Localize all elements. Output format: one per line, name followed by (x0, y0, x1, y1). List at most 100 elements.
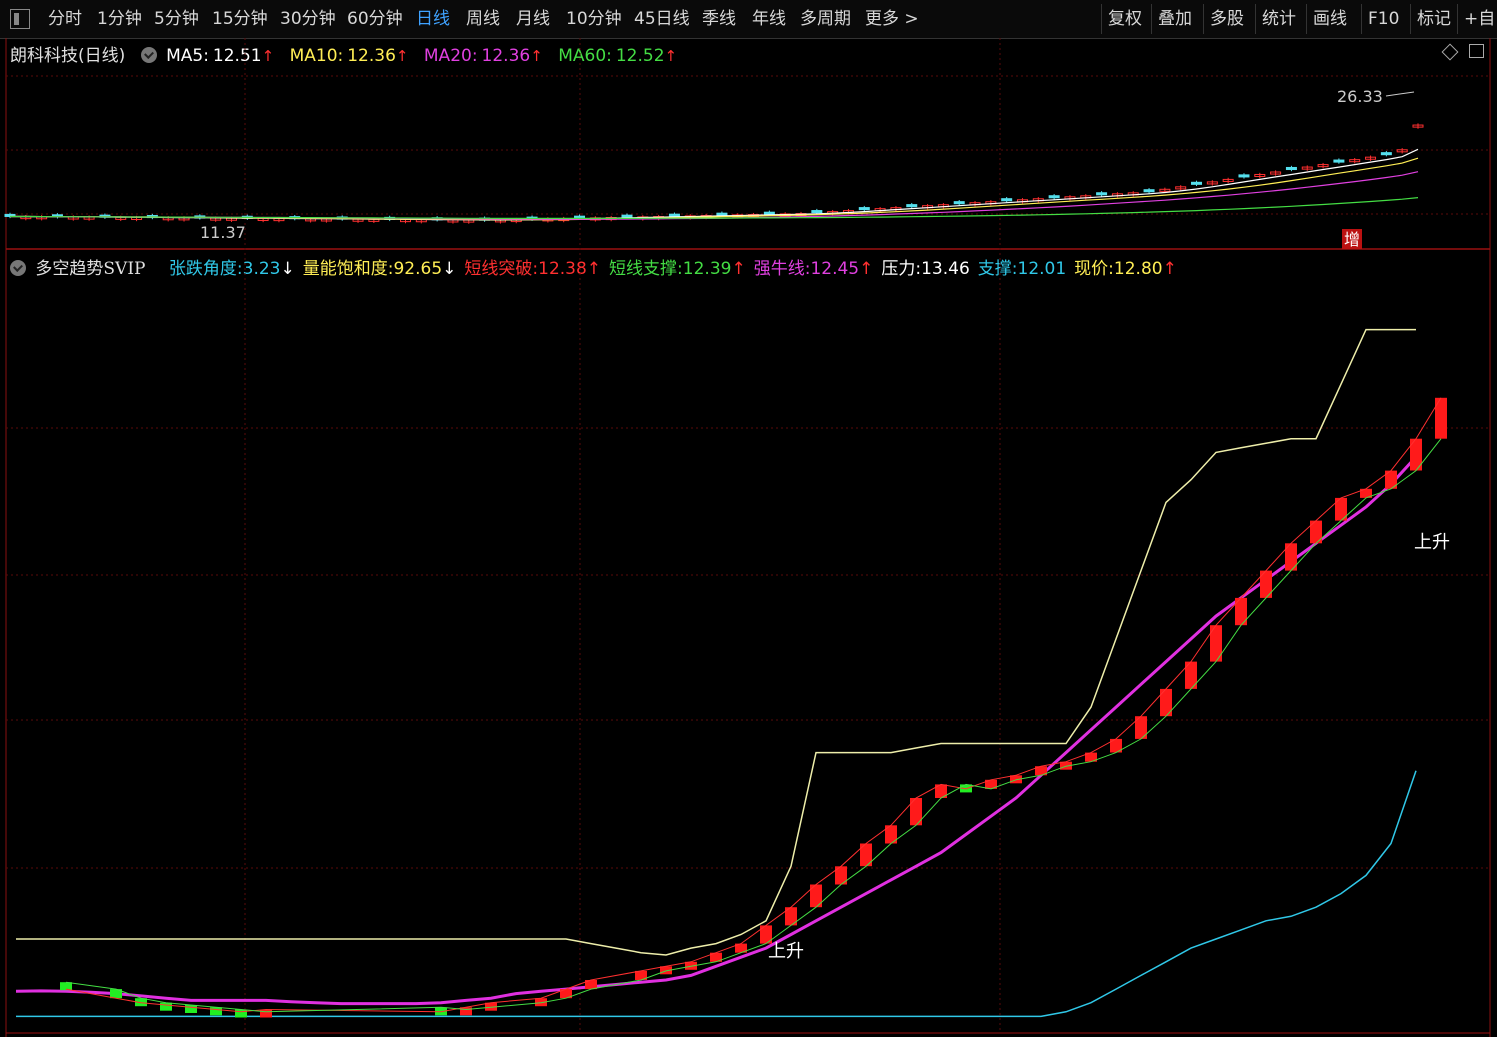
price-candle (210, 217, 222, 221)
price-candle (1412, 124, 1424, 128)
price-candle (1111, 193, 1123, 197)
up-arrow-icon: ↑ (261, 47, 275, 65)
up-candle (710, 952, 722, 962)
trend-arrow-icon: ↑ (859, 259, 874, 279)
price-candle (890, 207, 902, 211)
period-tab[interactable]: 分时 (48, 6, 82, 32)
up-candle (985, 779, 997, 789)
price-candle (1032, 198, 1044, 202)
up-candle (1160, 688, 1172, 717)
up-candle (560, 989, 572, 999)
panel-toggle-icon[interactable] (10, 9, 30, 29)
toolbar-divider (1361, 4, 1362, 34)
period-tab[interactable]: 月线 (516, 6, 550, 32)
window-layout-icon[interactable] (1469, 44, 1484, 58)
chart-area[interactable]: 26.33 11.37 增 上升 上升 (0, 0, 1497, 1037)
price-candle (827, 211, 839, 215)
price-candle (257, 217, 269, 222)
period-tab[interactable]: 周线 (466, 6, 500, 32)
price-candle (1222, 178, 1234, 182)
price-candle (510, 219, 522, 223)
up-arrow-icon: ↑ (530, 47, 543, 65)
price-candle (1048, 195, 1060, 199)
up-candle (1210, 625, 1222, 662)
price-candle (1333, 159, 1345, 163)
period-tab[interactable]: 多周期 (800, 6, 851, 32)
tool-button[interactable]: 复权 (1108, 6, 1142, 32)
indicator-value: 12.80 (1113, 259, 1163, 279)
main-chart-legend: 朗科科技(日线) MA5: 12.51↑ MA10: 12.36↑ MA20: 12.… (10, 41, 687, 66)
price-candle (20, 216, 32, 220)
period-tab[interactable]: 30分钟 (280, 6, 336, 32)
up-candle (1335, 497, 1347, 521)
price-candle (4, 213, 16, 217)
stock-title: 朗科科技(日线) (10, 46, 126, 66)
trend-arrow-icon: ↓ (280, 259, 295, 279)
up-candle (885, 825, 897, 844)
price-candle (874, 208, 886, 212)
indicator-value: 3.23 (242, 259, 281, 279)
up-candle (1260, 570, 1272, 598)
period-toolbar: 分时 1分钟 5分钟 15分钟 30分钟 60分钟 日线 周线 月线 10分钟 45日线 季线 年线 多周… (0, 0, 1497, 39)
up-candle (660, 966, 672, 975)
indicator-values: 张跌角度:3.23↓ 量能饱和度:92.65↓ 短线突破:12.38↑ 短线支撑:12… (161, 259, 1177, 279)
price-candle (273, 218, 285, 222)
trend-arrow-icon: ↑ (731, 259, 746, 279)
price-candle (969, 202, 981, 206)
period-tab[interactable]: 5分钟 (154, 6, 199, 32)
tool-button[interactable]: 标记 (1417, 6, 1451, 32)
up-candle (585, 980, 597, 990)
price-candle (558, 218, 570, 222)
toolbar-divider (1255, 4, 1256, 34)
up-candle (1310, 520, 1322, 544)
price-candle (1143, 189, 1155, 193)
price-candle (748, 214, 760, 218)
diamond-icon[interactable] (1441, 43, 1459, 61)
indicator-value: 12.39 (682, 259, 732, 279)
indicator-chart (15, 328, 1447, 1018)
down-candle (60, 982, 72, 991)
price-candle (1365, 156, 1377, 160)
period-tab[interactable]: 10分钟 (566, 6, 622, 32)
period-tab[interactable]: 15分钟 (212, 6, 268, 32)
period-tab[interactable]: 60分钟 (347, 6, 403, 32)
price-candle (1238, 174, 1250, 178)
tool-button[interactable]: 画线 (1313, 6, 1347, 32)
up-candle (735, 943, 747, 953)
short-support-line (65, 438, 1442, 1013)
period-tab[interactable]: 年线 (752, 6, 786, 32)
tool-button[interactable]: 叠加 (1158, 6, 1192, 32)
down-candle (160, 1002, 172, 1011)
period-tab[interactable]: 1分钟 (97, 6, 142, 32)
period-tab[interactable]: 季线 (702, 6, 736, 32)
indicator-value-item: 短线突破:12.38↑ (464, 259, 601, 279)
trend-arrow-icon: ↑ (586, 259, 602, 279)
tool-button[interactable]: +自 (1464, 6, 1495, 32)
price-candle (320, 218, 332, 222)
price-candle (1380, 152, 1392, 156)
price-candle (858, 207, 870, 211)
high-price-pointer (1385, 91, 1415, 97)
settings-circle-icon[interactable] (10, 260, 26, 276)
period-tab[interactable]: 日线 (416, 6, 450, 32)
tool-button[interactable]: F10 (1368, 6, 1399, 32)
price-candle (700, 215, 712, 219)
price-candle (716, 212, 728, 216)
price-candle (906, 204, 918, 208)
price-candle (605, 217, 617, 221)
settings-circle-icon[interactable] (140, 47, 157, 63)
indicator-value: 92.65 (393, 259, 443, 279)
price-candle (384, 216, 396, 220)
price-candle (1317, 164, 1329, 168)
up-candle (785, 907, 797, 926)
period-tab[interactable]: 45日线 (634, 6, 690, 32)
price-candle (953, 201, 965, 205)
up-candle (1010, 775, 1022, 784)
indicator-label: 压力: (881, 259, 922, 279)
trend-arrow-icon: ↓ (442, 259, 457, 279)
tool-button[interactable]: 多股 (1210, 6, 1244, 32)
up-candle (835, 866, 847, 885)
price-candle (589, 217, 601, 221)
tool-button[interactable]: 统计 (1262, 6, 1296, 32)
period-tab[interactable]: 更多 > (865, 6, 919, 32)
